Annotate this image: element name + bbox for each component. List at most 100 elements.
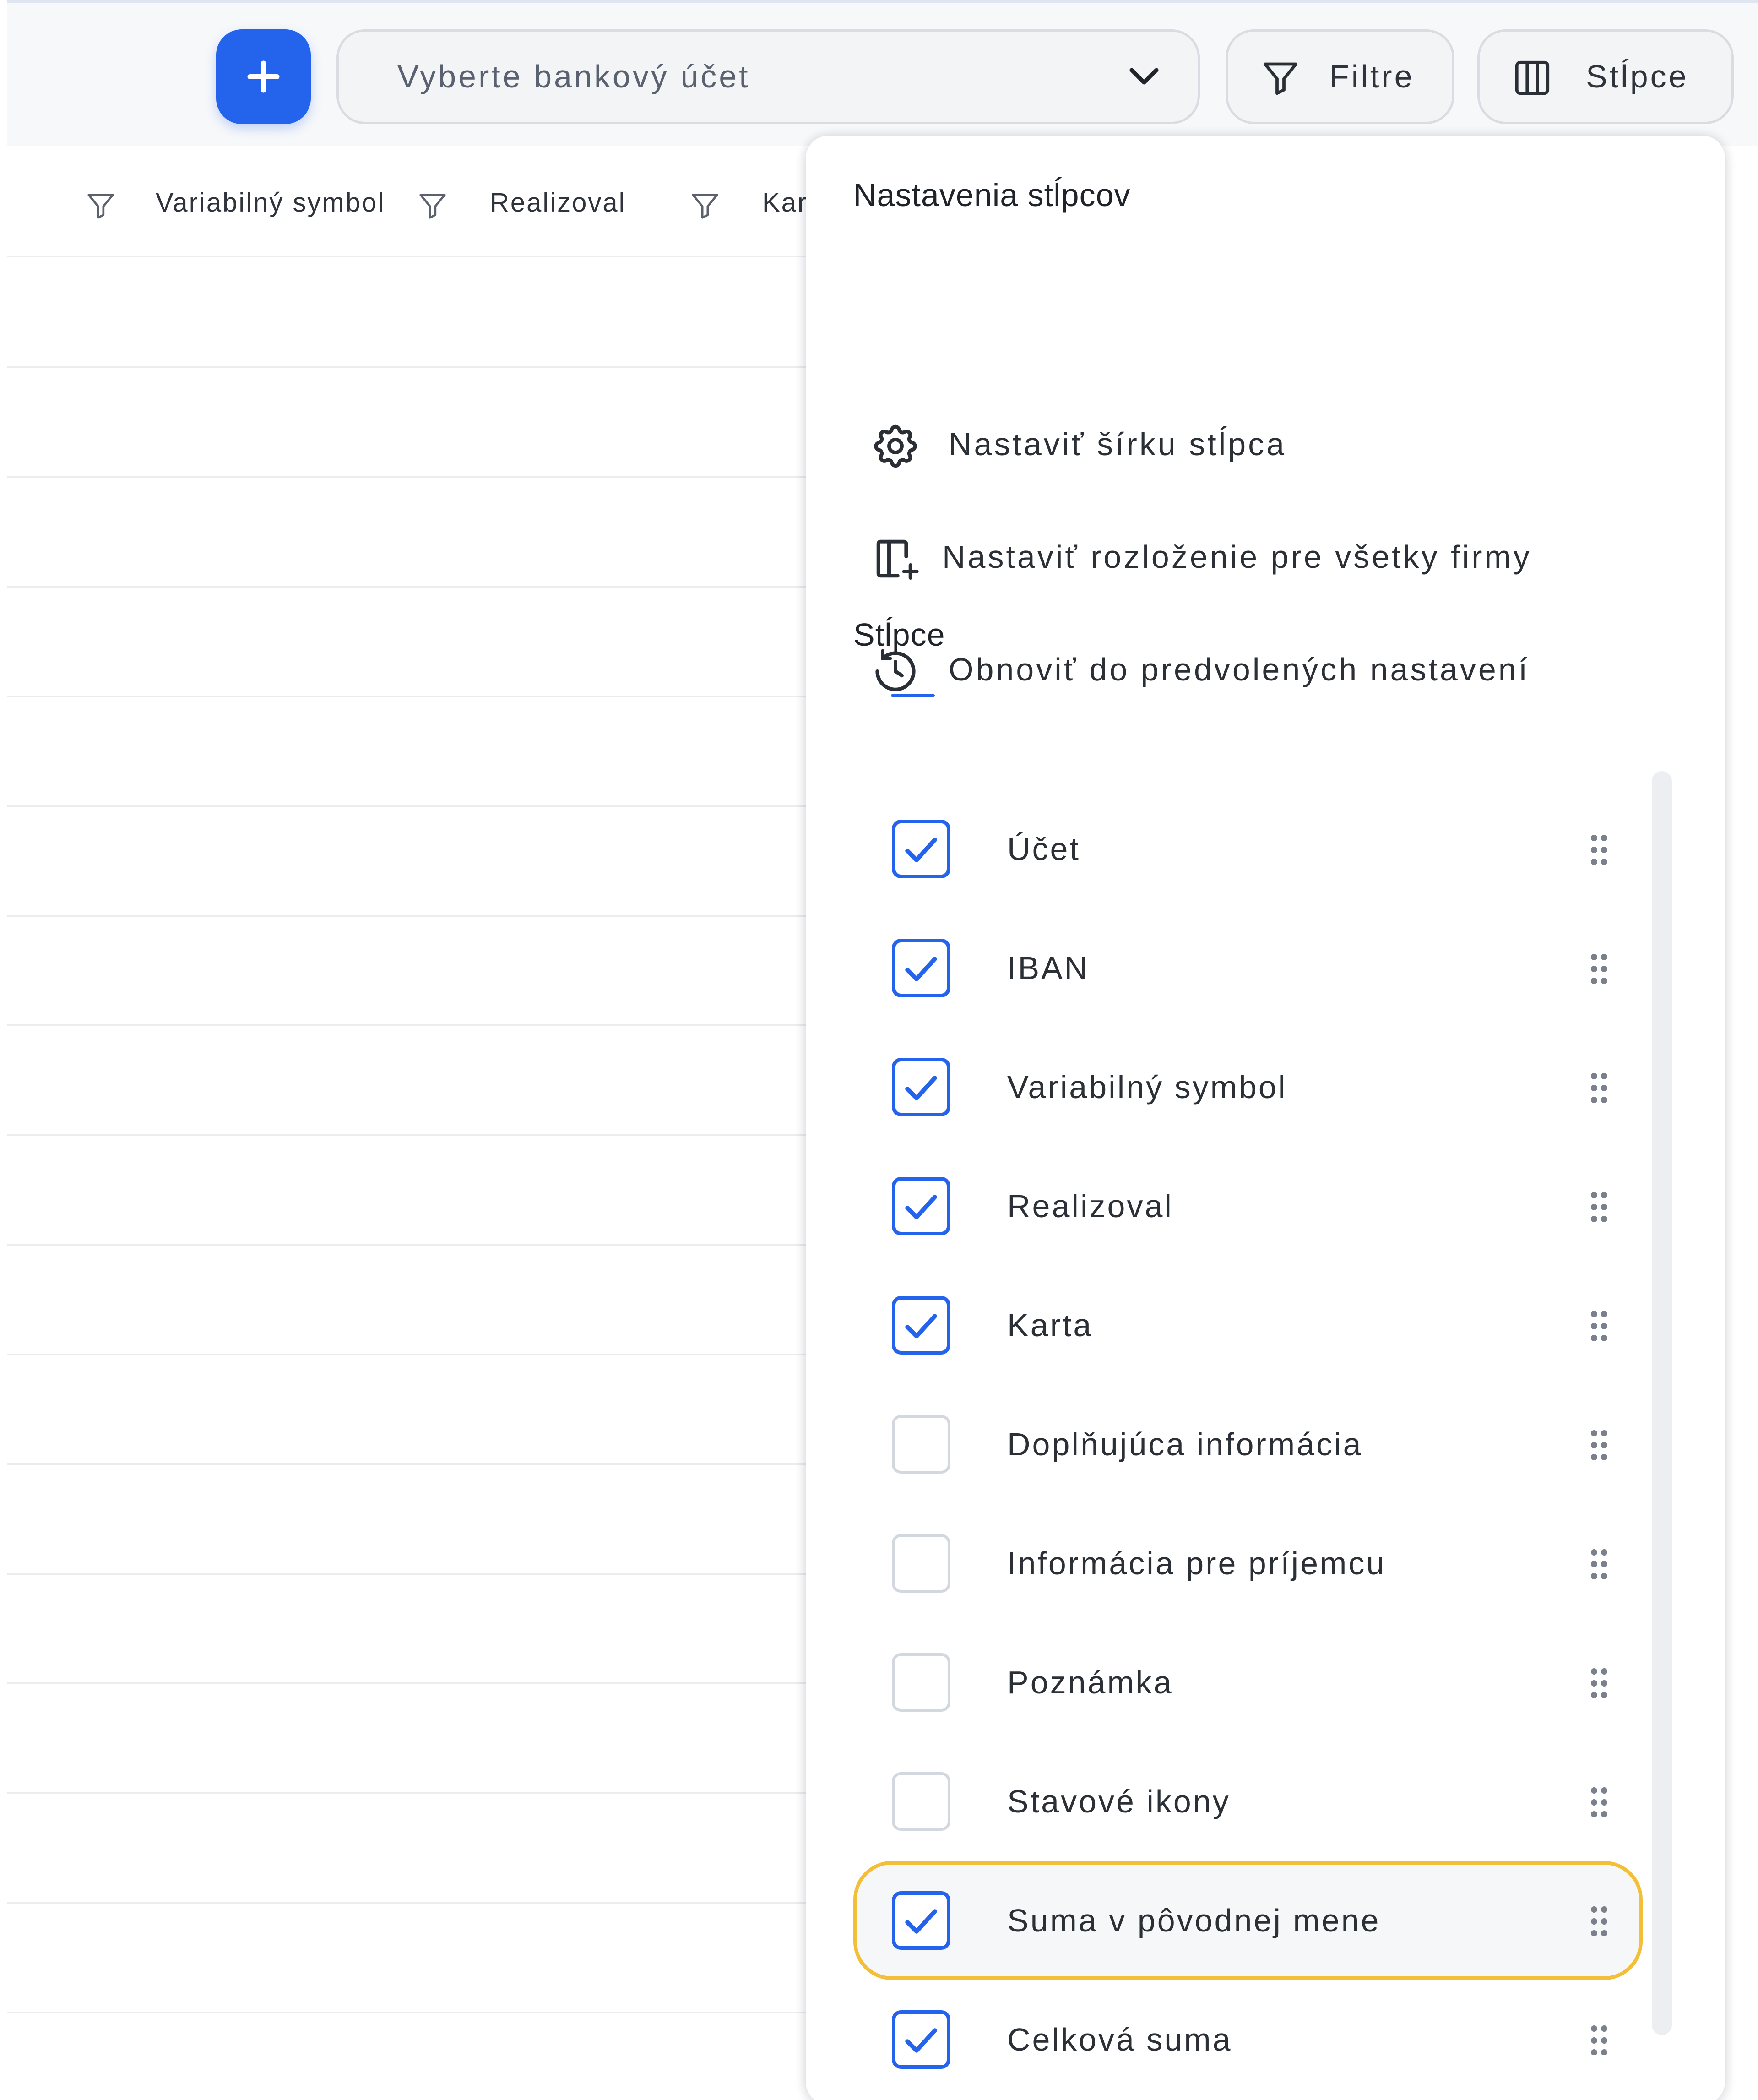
- table-row[interactable]: [7, 1024, 845, 1026]
- page: Vyberte bankový účet Filtre Stĺpce Varia…: [0, 0, 1758, 2100]
- table-row[interactable]: [7, 805, 845, 807]
- reset-to-default-label: Obnoviť do predvolených nastavení: [949, 652, 1530, 687]
- column-checkbox[interactable]: [892, 1177, 950, 1235]
- column-checkbox[interactable]: [892, 1415, 950, 1474]
- column-option-row[interactable]: IBAN: [853, 909, 1643, 1028]
- column-option-row[interactable]: Poznámka: [853, 1623, 1643, 1742]
- table-row[interactable]: [7, 1792, 845, 1794]
- column-option-label: Poznámka: [1007, 1665, 1173, 1700]
- drag-handle-icon[interactable]: [1589, 1191, 1610, 1222]
- column-option-label: Karta: [1007, 1307, 1093, 1343]
- drag-handle-icon[interactable]: [1589, 1905, 1610, 1936]
- drag-handle-icon[interactable]: [1589, 1786, 1610, 1817]
- table-row[interactable]: [7, 1134, 845, 1136]
- checkmark-icon: [905, 1076, 937, 1100]
- column-option-label: Suma v pôvodnej mene: [1007, 1903, 1381, 1938]
- table-row[interactable]: [7, 366, 845, 368]
- filter-icon: [1263, 62, 1298, 95]
- drag-handle-icon[interactable]: [1589, 952, 1610, 984]
- table-row[interactable]: [7, 1353, 845, 1355]
- drag-handle-icon[interactable]: [1589, 1072, 1610, 1103]
- drag-handle-icon[interactable]: [1589, 1310, 1610, 1341]
- checkmark-icon: [905, 957, 937, 981]
- column-checkbox[interactable]: [892, 1772, 950, 1831]
- column-checkbox[interactable]: [892, 820, 950, 878]
- toolbar: Vyberte bankový účet Filtre Stĺpce: [7, 0, 1758, 146]
- column-option-row[interactable]: Informácia pre príjemcu: [853, 1504, 1643, 1623]
- chevron-down-icon: [1129, 68, 1159, 85]
- column-checkbox[interactable]: [892, 939, 950, 997]
- filter-icon[interactable]: [417, 190, 449, 222]
- table-row[interactable]: [7, 1682, 845, 1684]
- plus-icon: [247, 60, 280, 93]
- column-option-row[interactable]: Karta: [853, 1266, 1643, 1385]
- column-option-row[interactable]: Stavové ikony: [853, 1742, 1643, 1861]
- gear-icon: [874, 424, 917, 468]
- column-option-row[interactable]: Účet: [853, 789, 1643, 909]
- table-row[interactable]: [7, 914, 845, 917]
- set-column-width-label: Nastaviť šírku stĺpca: [949, 426, 1287, 462]
- set-layout-all-companies-label: Nastaviť rozloženie pre všetky firmy: [942, 539, 1532, 575]
- column-checkbox[interactable]: [892, 1891, 950, 1950]
- column-option-label: Celková suma: [1007, 2022, 1232, 2057]
- filter-icon[interactable]: [85, 190, 117, 222]
- column-header-karta[interactable]: Kar: [762, 146, 808, 260]
- table-row[interactable]: [7, 695, 845, 697]
- column-header-variable-symbol[interactable]: Variabilný symbol: [156, 146, 385, 260]
- add-button[interactable]: [216, 29, 311, 124]
- drag-handle-icon[interactable]: [1589, 1548, 1610, 1579]
- column-header-realizoval[interactable]: Realizoval: [490, 146, 626, 260]
- bank-account-select[interactable]: Vyberte bankový účet: [336, 29, 1200, 124]
- table-row[interactable]: [7, 1463, 845, 1465]
- checkmark-icon: [905, 1195, 937, 1219]
- set-layout-all-companies-item[interactable]: Nastaviť rozloženie pre všetky firmy: [870, 511, 1694, 603]
- column-option-row[interactable]: Doplňujúca informácia: [853, 1385, 1643, 1504]
- column-option-label: Informácia pre príjemcu: [1007, 1545, 1386, 1581]
- checkmark-icon: [905, 838, 937, 862]
- columns-button[interactable]: Stĺpce: [1477, 29, 1734, 124]
- column-option-label: Variabilný symbol: [1007, 1069, 1287, 1105]
- column-option-label: Realizoval: [1007, 1188, 1173, 1224]
- table-row[interactable]: [7, 1244, 845, 1246]
- layout-add-icon: [876, 539, 919, 580]
- column-checkbox[interactable]: [892, 1534, 950, 1593]
- column-settings-panel: Nastavenia stĺpcov Nastaviť šírku stĺpca…: [806, 136, 1725, 2100]
- checkmark-icon: [905, 2028, 937, 2053]
- column-checkbox[interactable]: [892, 1653, 950, 1712]
- scrollbar[interactable]: [1652, 771, 1672, 2035]
- column-checkbox[interactable]: [892, 2010, 950, 2069]
- panel-title: Nastavenia stĺpcov: [853, 177, 1131, 213]
- table-row[interactable]: [7, 1902, 845, 1904]
- filters-label: Filtre: [1329, 59, 1415, 94]
- table-row[interactable]: [7, 1572, 845, 1575]
- drag-handle-icon[interactable]: [1589, 2024, 1610, 2055]
- scroll-indicator: [891, 694, 935, 697]
- table-header: Variabilný symbol Realizoval Kar: [7, 146, 845, 257]
- column-option-label: Účet: [1007, 831, 1080, 867]
- table-row[interactable]: [7, 476, 845, 478]
- bank-account-placeholder: Vyberte bankový účet: [397, 59, 750, 94]
- reset-to-default-item[interactable]: Obnoviť do predvolených nastavení: [870, 624, 1694, 715]
- column-checkbox[interactable]: [892, 1296, 950, 1355]
- drag-handle-icon[interactable]: [1589, 833, 1610, 865]
- table-row[interactable]: [7, 586, 845, 588]
- column-option-label: Stavové ikony: [1007, 1784, 1231, 1819]
- column-option-row[interactable]: Variabilný symbol: [853, 1028, 1643, 1147]
- columns-section-label: Stĺpce: [853, 617, 945, 653]
- column-checkbox[interactable]: [892, 1058, 950, 1116]
- checkmark-icon: [905, 1909, 937, 1934]
- columns-label: Stĺpce: [1586, 59, 1689, 94]
- column-option-row[interactable]: Celková suma: [853, 1980, 1643, 2099]
- checkmark-icon: [905, 1314, 937, 1338]
- filter-icon[interactable]: [689, 190, 721, 222]
- column-option-label: IBAN: [1007, 950, 1090, 986]
- columns-icon: [1515, 60, 1550, 95]
- column-option-row[interactable]: Suma v pôvodnej mene: [853, 1861, 1643, 1980]
- column-option-label: Doplňujúca informácia: [1007, 1426, 1363, 1462]
- filters-button[interactable]: Filtre: [1226, 29, 1454, 124]
- table-row[interactable]: [7, 2011, 845, 2013]
- set-column-width-item[interactable]: Nastaviť šírku stĺpca: [870, 398, 1694, 490]
- drag-handle-icon[interactable]: [1589, 1667, 1610, 1698]
- column-option-row[interactable]: Realizoval: [853, 1147, 1643, 1266]
- drag-handle-icon[interactable]: [1589, 1429, 1610, 1460]
